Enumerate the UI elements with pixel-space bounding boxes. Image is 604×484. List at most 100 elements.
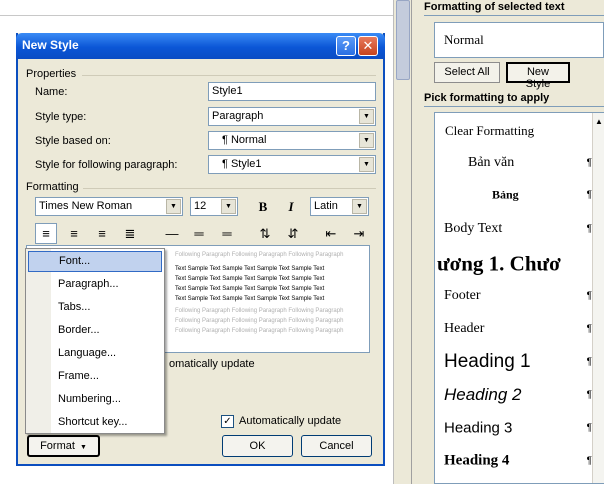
close-button[interactable]: ✕ (358, 36, 378, 56)
style-item-chuong-1[interactable]: ương 1. Chươ (435, 247, 604, 281)
name-field[interactable]: Style1 (208, 82, 376, 101)
style-name: Heading 1 (444, 351, 531, 372)
style-name: Header (444, 321, 485, 336)
following-paragraph-value: ¶ Style1 (222, 158, 262, 170)
preview-line: Following Paragraph Following Paragraph … (175, 318, 344, 324)
style-item-body-text[interactable]: Body Text ¶ (435, 214, 604, 244)
style-type-value: Paragraph (212, 110, 264, 122)
chevron-down-icon[interactable]: ▼ (359, 133, 374, 148)
add-to-template-label: omatically update (169, 358, 255, 370)
based-on-label: Style based on: (35, 135, 111, 147)
style-item-header[interactable]: Header ¶ (435, 314, 604, 344)
justify-icon[interactable]: ≣ (119, 223, 141, 244)
dialog-title: New Style (22, 38, 79, 52)
style-name: Heading 3 (444, 419, 513, 437)
chevron-down-icon[interactable]: ▼ (359, 109, 374, 124)
name-label: Name: (35, 86, 68, 98)
preview-line: Following Paragraph Following Paragraph … (175, 308, 344, 314)
current-style-box[interactable]: Normal (434, 22, 604, 58)
style-name: Bản văn (468, 155, 515, 170)
menu-item-font[interactable]: Font... (28, 251, 162, 272)
style-item-heading-3[interactable]: Heading 3 ¶ (435, 413, 604, 443)
style-item-ban-van[interactable]: Bản văn ¶ (435, 148, 604, 178)
menu-item-frame[interactable]: Frame... (28, 366, 162, 387)
properties-group-label: Properties (26, 68, 77, 80)
align-center-icon[interactable]: ≡ (63, 223, 85, 244)
based-on-select[interactable]: ¶ Normal ▼ (208, 131, 376, 150)
italic-button[interactable]: I (280, 196, 302, 217)
align-right-icon[interactable]: ≡ (91, 223, 113, 244)
chevron-down-icon: ▼ (79, 444, 87, 451)
automatically-update-checkbox[interactable]: ✓ (221, 415, 234, 428)
select-all-button[interactable]: Select All (434, 62, 500, 83)
double-spacing-icon[interactable]: ═ (216, 223, 238, 244)
style-item-heading-1[interactable]: Heading 1 ¶ (435, 345, 604, 379)
automatically-update-label: Automatically update (239, 415, 342, 427)
ok-button[interactable]: OK (222, 435, 293, 457)
style-name: Heading 2 (444, 385, 522, 404)
decrease-spacing-icon[interactable]: ⇵ (282, 223, 304, 244)
new-style-button[interactable]: New Style (506, 62, 570, 90)
preview-line: Following Paragraph Following Paragraph … (175, 328, 344, 334)
style-name: ương 1. Chươ (437, 251, 561, 276)
scroll-up-icon[interactable]: ▲ (595, 117, 603, 126)
pick-formatting-heading: Pick formatting to apply (424, 92, 550, 104)
chevron-down-icon[interactable]: ▼ (221, 199, 236, 214)
font-size-select[interactable]: 12 ▼ (190, 197, 238, 216)
style-item-bang[interactable]: Bảng ¶ (435, 180, 604, 210)
increase-indent-icon[interactable]: ⇥ (348, 223, 370, 244)
style-list[interactable]: Clear Formatting Bản văn ¶ Bảng ¶ Body T… (434, 112, 604, 484)
font-size-value: 12 (194, 200, 207, 212)
preview-line: Text Sample Text Sample Text Sample Text… (175, 296, 325, 302)
decrease-indent-icon[interactable]: ⇤ (320, 223, 342, 244)
style-name: Bảng (492, 187, 519, 202)
chevron-down-icon[interactable]: ▼ (359, 157, 374, 172)
menu-item-language[interactable]: Language... (28, 343, 162, 364)
style-item-heading-4[interactable]: Heading 4 ¶ (435, 446, 604, 476)
menu-item-tabs[interactable]: Tabs... (28, 297, 162, 318)
style-name: Body Text (444, 221, 503, 236)
style-item-heading-2[interactable]: Heading 2 ¶ (435, 379, 604, 411)
chevron-down-icon[interactable]: ▼ (166, 199, 181, 214)
style-name: Heading 4 (444, 452, 510, 469)
font-name-value: Times New Roman (39, 200, 133, 212)
formatting-group-label: Formatting (26, 181, 79, 193)
font-name-select[interactable]: Times New Roman ▼ (35, 197, 183, 216)
based-on-value: ¶ Normal (222, 134, 267, 146)
following-paragraph-label: Style for following paragraph: (35, 159, 178, 171)
align-left-icon[interactable]: ≡ (35, 223, 57, 244)
style-item-footer[interactable]: Footer ¶ (435, 281, 604, 311)
style-item-clear-formatting[interactable]: Clear Formatting (435, 116, 604, 146)
heading-rule (424, 15, 604, 16)
single-spacing-icon[interactable]: — (161, 223, 183, 244)
format-button[interactable]: Format ▼ (27, 435, 100, 457)
menu-item-shortcut-key[interactable]: Shortcut key... (28, 412, 162, 433)
menu-item-paragraph[interactable]: Paragraph... (28, 274, 162, 295)
script-value: Latin (314, 200, 338, 212)
page-edge (0, 15, 393, 16)
format-button-label: Format (40, 440, 75, 452)
formatting-selected-heading: Formatting of selected text (424, 1, 565, 13)
preview-line: Text Sample Text Sample Text Sample Text… (175, 286, 325, 292)
format-menu: Font... Paragraph... Tabs... Border... L… (25, 248, 165, 434)
bold-button[interactable]: B (252, 196, 274, 217)
document-scrollbar[interactable] (393, 0, 411, 484)
scrollbar-thumb[interactable] (396, 0, 410, 80)
help-button[interactable]: ? (336, 36, 356, 56)
style-type-select[interactable]: Paragraph ▼ (208, 107, 376, 126)
following-paragraph-select[interactable]: ¶ Style1 ▼ (208, 155, 376, 174)
cancel-button[interactable]: Cancel (301, 435, 372, 457)
increase-spacing-icon[interactable]: ⇅ (254, 223, 276, 244)
script-select[interactable]: Latin ▼ (310, 197, 369, 216)
styles-task-pane: Formatting of selected text Normal Selec… (411, 0, 604, 484)
menu-item-border[interactable]: Border... (28, 320, 162, 341)
menu-item-numbering[interactable]: Numbering... (28, 389, 162, 410)
chevron-down-icon[interactable]: ▼ (352, 199, 367, 214)
heading-rule (424, 106, 604, 107)
preview-line: Text Sample Text Sample Text Sample Text… (175, 266, 325, 272)
dialog-titlebar[interactable]: New Style ? ✕ (16, 33, 385, 59)
style-list-scrollbar[interactable]: ▲ (592, 113, 604, 483)
style-type-label: Style type: (35, 111, 87, 123)
one-half-spacing-icon[interactable]: ═ (188, 223, 210, 244)
style-name: Footer (444, 288, 481, 303)
